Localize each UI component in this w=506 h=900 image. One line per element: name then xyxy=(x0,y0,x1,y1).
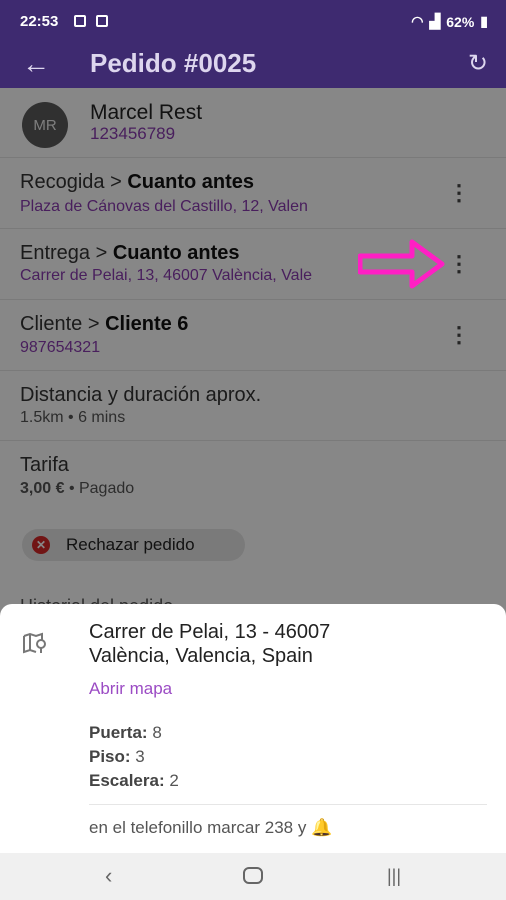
app-bar: ← Pedido #0025 ↻ xyxy=(0,44,506,88)
signal-icon: ▟ xyxy=(429,13,441,29)
nav-recents-icon[interactable]: ||| xyxy=(387,863,401,889)
status-time: 22:53 xyxy=(20,13,59,30)
detail-floor: Piso: 3 xyxy=(89,747,145,767)
detail-stairs: Escalera: 2 xyxy=(89,771,179,791)
battery-icon: ▮ xyxy=(480,13,488,29)
detail-key: Piso: xyxy=(89,747,131,766)
detail-door: Puerta: 8 xyxy=(89,723,162,743)
divider xyxy=(89,804,487,805)
refresh-icon[interactable]: ↻ xyxy=(468,48,488,80)
notification-icon xyxy=(74,15,86,27)
annotation-arrow-icon xyxy=(358,239,445,289)
nav-back-icon[interactable]: ‹ xyxy=(105,863,112,889)
status-bar: 22:53 ◠ ▟ 62% ▮ xyxy=(0,0,506,44)
address-line-1: Carrer de Pelai, 13 - 46007 xyxy=(89,621,331,643)
map-pin-icon xyxy=(23,632,46,654)
detail-value: 3 xyxy=(135,747,145,766)
address-bottom-sheet: Carrer de Pelai, 13 - 46007 València, Va… xyxy=(0,604,506,853)
gallery-icon xyxy=(96,15,108,27)
delivery-note: en el telefonillo marcar 238 y 🔔 xyxy=(89,818,333,837)
detail-value: 8 xyxy=(152,723,162,742)
system-navigation-bar: ‹ ||| xyxy=(0,853,506,900)
nav-home-icon[interactable] xyxy=(243,867,263,884)
wifi-icon: ◠ xyxy=(411,13,424,29)
delivery-full-address: Carrer de Pelai, 13 - 46007 València, Va… xyxy=(89,620,479,668)
detail-key: Puerta: xyxy=(89,723,148,742)
open-map-link[interactable]: Abrir mapa xyxy=(89,679,172,699)
detail-value: 2 xyxy=(169,771,179,790)
page-title: Pedido #0025 xyxy=(90,48,257,78)
back-arrow-icon[interactable]: ← xyxy=(22,48,50,80)
detail-key: Escalera: xyxy=(89,771,165,790)
address-line-2: València, Valencia, Spain xyxy=(89,645,313,667)
battery-level: 62% xyxy=(446,13,475,30)
status-right: ◠ ▟ 62% ▮ xyxy=(411,13,488,30)
